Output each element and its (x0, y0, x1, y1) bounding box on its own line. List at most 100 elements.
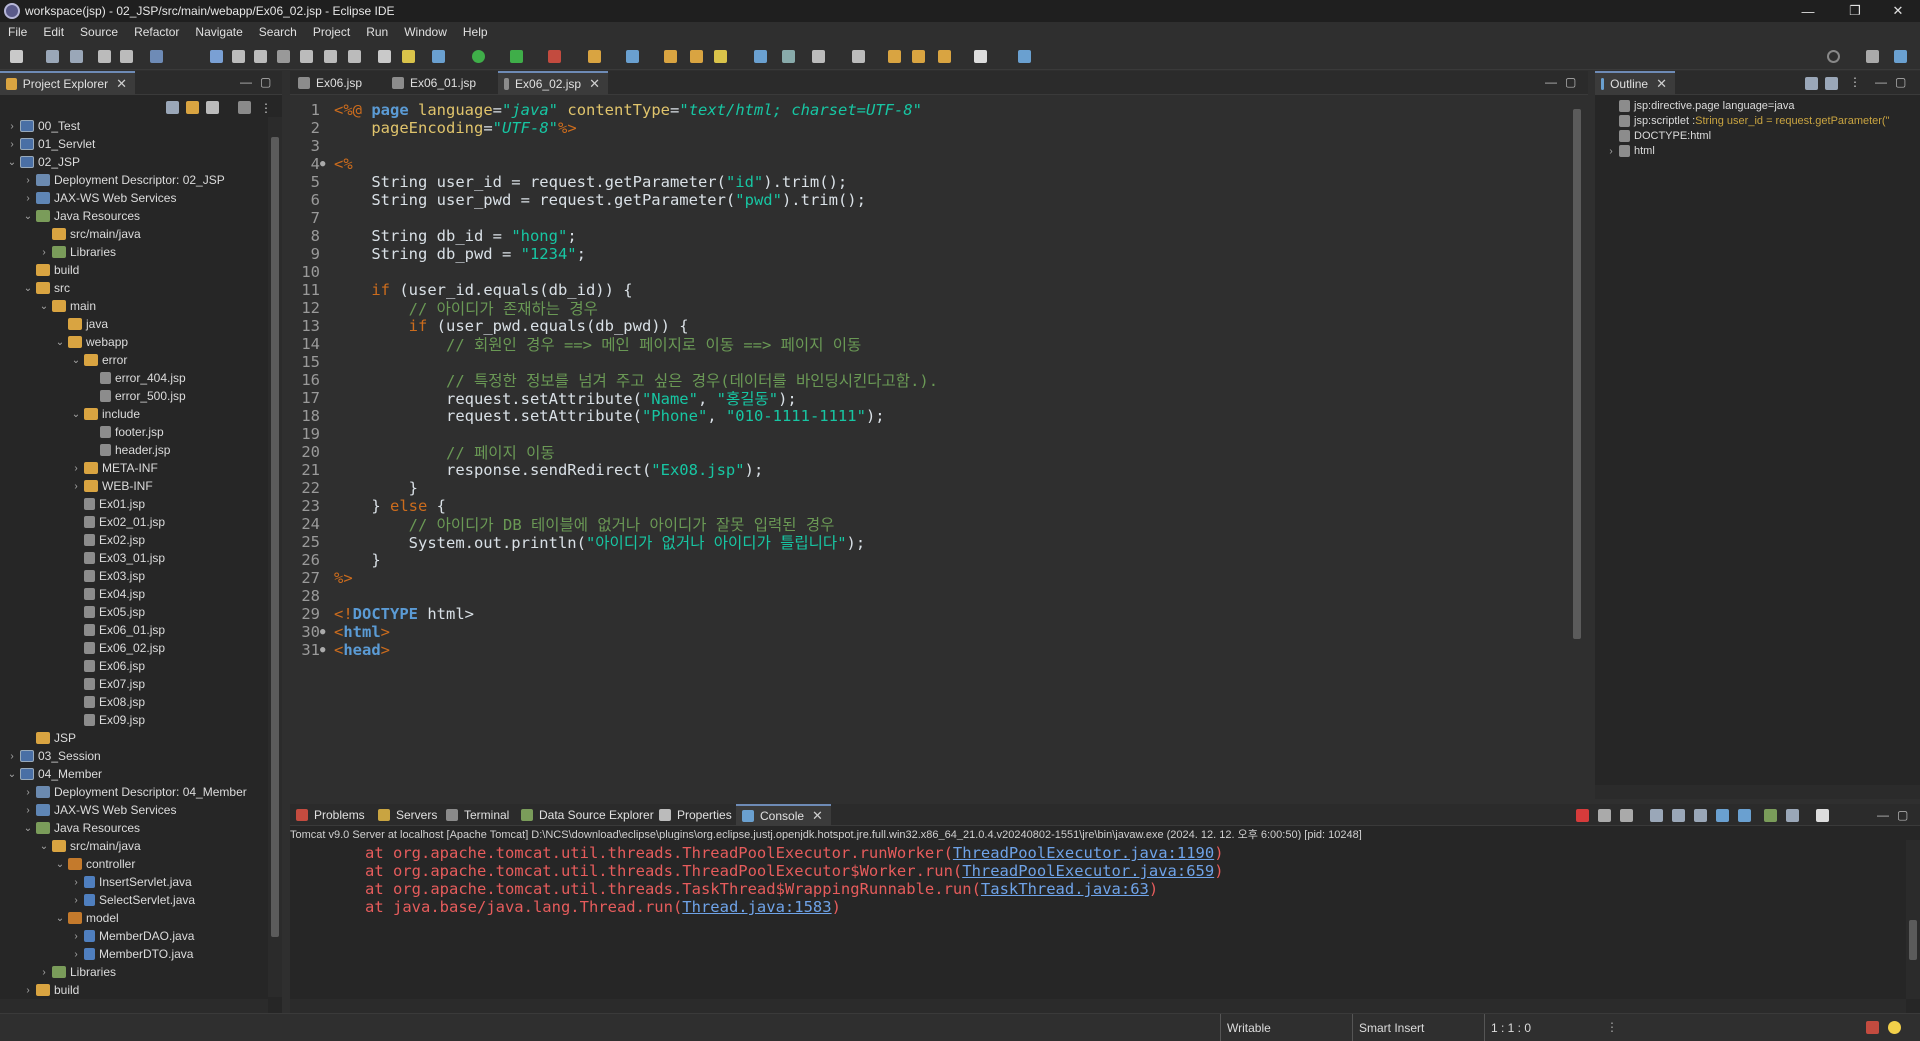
code-line[interactable]: 18 request.setAttribute("Phone", "010-11… (290, 407, 884, 425)
tree-item[interactable]: footer.jsp (86, 423, 164, 441)
stack-frame-link[interactable]: ThreadPoolExecutor.java:659 (962, 862, 1214, 880)
menu-file[interactable]: File (0, 25, 35, 39)
expanded-arrow-icon[interactable]: ⌄ (6, 157, 18, 168)
menu-edit[interactable]: Edit (35, 25, 72, 39)
show-stderr-icon[interactable] (1738, 809, 1751, 822)
sort-icon[interactable] (1805, 77, 1818, 90)
collapsed-arrow-icon[interactable]: › (22, 805, 34, 816)
editor-horizontal-scrollbar[interactable] (334, 785, 1570, 799)
close-icon[interactable]: ✕ (589, 76, 600, 92)
tree-item[interactable]: › 01_Servlet (6, 135, 95, 153)
outline-horizontal-scrollbar[interactable] (1595, 785, 1920, 799)
collapsed-arrow-icon[interactable]: › (70, 481, 82, 492)
collapsed-arrow-icon[interactable]: › (6, 121, 18, 132)
tab-problems[interactable]: Problems (290, 804, 373, 826)
filter-icon[interactable] (206, 101, 219, 114)
fold-marker-icon[interactable]: ● (320, 645, 328, 655)
collapse-all-icon[interactable] (166, 101, 179, 114)
debug-icon[interactable] (510, 50, 523, 63)
tree-item[interactable]: Ex01.jsp (70, 495, 145, 513)
next-annotation-icon[interactable] (812, 50, 825, 63)
tree-item[interactable]: Ex08.jsp (70, 693, 145, 711)
scroll-lock-icon[interactable] (1672, 809, 1685, 822)
scrollbar-thumb[interactable] (1573, 109, 1581, 639)
close-window-button[interactable]: ✕ (1875, 0, 1920, 22)
terminal-icon[interactable] (150, 50, 163, 63)
step-into-icon[interactable] (300, 50, 313, 63)
code-area[interactable]: 1 <%@ page language="java" contentType="t… (290, 95, 1570, 785)
tree-item[interactable]: › MemberDAO.java (70, 927, 194, 945)
menu-navigate[interactable]: Navigate (187, 25, 250, 39)
new-package-icon[interactable] (626, 50, 639, 63)
tab-servers[interactable]: Servers (372, 804, 445, 826)
fold-marker-icon[interactable]: ● (320, 159, 328, 169)
expanded-arrow-icon[interactable]: ⌄ (54, 337, 66, 348)
expanded-arrow-icon[interactable]: ⌄ (70, 409, 82, 420)
code-line[interactable]: 1 <%@ page language="java" contentType="t… (290, 101, 922, 119)
show-stdout-icon[interactable] (1716, 809, 1729, 822)
expanded-arrow-icon[interactable]: ⌄ (22, 823, 34, 834)
maximize-button[interactable]: ❐ (1832, 0, 1878, 22)
outline-item[interactable]: › html (1605, 142, 1655, 160)
stack-frame-link[interactable]: Thread.java:1583 (682, 898, 831, 916)
notification-icon[interactable] (1866, 1021, 1879, 1034)
code-line[interactable]: 3 (290, 137, 334, 155)
tree-item[interactable]: ⌄ 02_JSP (6, 153, 80, 171)
terminate-icon[interactable] (1576, 809, 1589, 822)
minimize-maximize-icon[interactable]: —▢ (240, 75, 279, 89)
code-line[interactable]: 26 } (290, 551, 380, 569)
tree-item[interactable]: ⌄ main (38, 297, 96, 315)
new-java-project-icon[interactable] (588, 50, 601, 63)
status-menu-icon[interactable]: ⋮ (1606, 1020, 1618, 1034)
remove-all-icon[interactable] (1620, 809, 1633, 822)
collapsed-arrow-icon[interactable]: › (6, 751, 18, 762)
tab-ex06-01[interactable]: Ex06_01.jsp (386, 71, 498, 95)
close-icon[interactable]: ✕ (812, 808, 823, 824)
step-return-icon[interactable] (348, 50, 361, 63)
tree-item[interactable]: › InsertServlet.java (70, 873, 191, 891)
expanded-arrow-icon[interactable]: ⌄ (6, 769, 18, 780)
search-tool-icon[interactable] (782, 50, 795, 63)
minimize-button[interactable]: — (1785, 0, 1831, 22)
tree-item[interactable]: Ex06.jsp (70, 657, 145, 675)
tab-ex06-02[interactable]: Ex06_02.jsp ✕ (498, 71, 608, 95)
expanded-arrow-icon[interactable]: ⌄ (70, 355, 82, 366)
tree-item[interactable]: › JAX-WS Web Services (22, 801, 176, 819)
code-line[interactable]: 21 response.sendRedirect("Ex08.jsp"); (290, 461, 763, 479)
minimize-maximize-icon[interactable]: —▢ (1545, 75, 1584, 89)
open-resource-icon[interactable] (690, 50, 703, 63)
tree-item[interactable]: Ex06_01.jsp (70, 621, 165, 639)
menu-help[interactable]: Help (455, 25, 496, 39)
tree-item[interactable]: Ex05.jsp (70, 603, 145, 621)
collapsed-arrow-icon[interactable]: › (6, 139, 18, 150)
code-line[interactable]: 28 (290, 587, 334, 605)
scrollbar-thumb[interactable] (1909, 920, 1917, 960)
pin-editor-icon[interactable] (1018, 50, 1031, 63)
pin-console-icon[interactable] (1764, 809, 1777, 822)
collapsed-arrow-icon[interactable]: › (70, 463, 82, 474)
stack-frame-link[interactable]: ThreadPoolExecutor.java:1190 (953, 844, 1214, 862)
tree-item[interactable]: Ex04.jsp (70, 585, 145, 603)
menu-window[interactable]: Window (396, 25, 455, 39)
tree-item[interactable]: › META-INF (70, 459, 157, 477)
tree-item[interactable]: › build (22, 981, 79, 997)
tree-item[interactable]: › SelectServlet.java (70, 891, 195, 909)
minimize-maximize-icon[interactable]: —▢ (1877, 808, 1916, 822)
tree-item[interactable]: java (54, 315, 108, 333)
code-line[interactable]: 25 System.out.println("아이디가 없거나 아이디가 틀립니… (290, 533, 865, 552)
menu-project[interactable]: Project (305, 25, 358, 39)
skip-breakpoints-icon[interactable] (402, 50, 415, 63)
console-horizontal-scrollbar[interactable] (290, 999, 1906, 1013)
console-vertical-scrollbar[interactable] (1906, 840, 1920, 999)
expanded-arrow-icon[interactable]: ⌄ (38, 301, 50, 312)
collapsed-arrow-icon[interactable]: › (1605, 146, 1617, 157)
tree-item[interactable]: › Libraries (38, 243, 116, 261)
collapsed-arrow-icon[interactable]: › (22, 985, 34, 996)
view-menu-icon[interactable]: ⋮ (1849, 75, 1861, 89)
tree-item[interactable]: Ex02_01.jsp (70, 513, 165, 531)
explorer-vertical-scrollbar[interactable] (268, 117, 282, 997)
expanded-arrow-icon[interactable]: ⌄ (38, 841, 50, 852)
tree-item[interactable]: › Libraries (38, 963, 116, 981)
stop-icon[interactable] (254, 50, 267, 63)
code-line[interactable]: 14 // 회원인 경우 ==> 메인 페이지로 이동 ==> 페이지 이동 (290, 335, 861, 354)
